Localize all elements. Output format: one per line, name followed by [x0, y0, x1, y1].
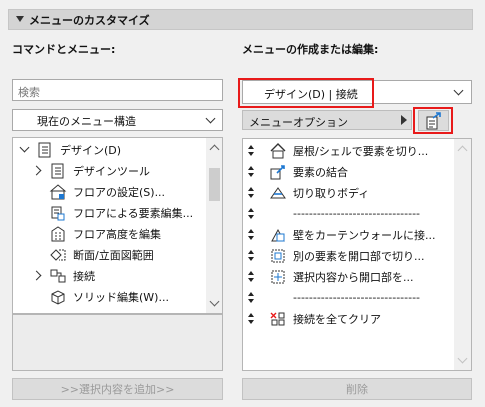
menu-item[interactable]: 屋根/シェルで要素を切り...: [247, 140, 428, 161]
tree-item-floor-height[interactable]: フロア高度を編集: [49, 223, 161, 244]
menu-item-label: 切り取りボディ: [293, 186, 370, 200]
menu-items-scrollbar[interactable]: [454, 139, 471, 370]
move-handle-icon[interactable]: [247, 270, 255, 284]
tree-item-label: ソリッド編集(W)...: [73, 290, 169, 304]
curtain-wall-icon: [269, 226, 287, 244]
menu-select-value: デザイン(D) | 接続: [264, 88, 358, 101]
move-handle-icon[interactable]: [247, 228, 255, 242]
tree-item-label: フロアの設定(S)...: [73, 185, 166, 199]
section-header[interactable]: メニューのカスタマイズ: [8, 9, 473, 30]
chevron-right-icon[interactable]: [31, 270, 42, 281]
chevron-down-icon: [453, 85, 464, 96]
menu-item-label: 屋根/シェルで要素を切り...: [293, 144, 429, 158]
opening-cut-icon: [269, 247, 287, 265]
scroll-up-icon[interactable]: [209, 144, 220, 155]
merge-elements-icon: [269, 163, 287, 181]
menu-item[interactable]: 壁をカーテンウォールに接...: [247, 224, 436, 245]
separator-label: --------------------------------: [293, 207, 421, 220]
roof-trim-icon: [269, 142, 287, 160]
section-title: メニューのカスタマイズ: [29, 14, 150, 27]
menu-item[interactable]: 別の要素を開口部で切り...: [247, 245, 425, 266]
tree-item-edit-by-floor[interactable]: フロアによる要素編集...: [49, 202, 193, 223]
menu-item-label: 接続を全てクリア: [293, 312, 381, 326]
floor-edit-icon: [49, 204, 67, 222]
tree-item-section-range[interactable]: 断面/立面図範囲: [49, 244, 154, 265]
menu-items-list[interactable]: 屋根/シェルで要素を切り... 要素の結合 切り取りボディ ----------…: [242, 138, 472, 371]
menu-separator[interactable]: --------------------------------: [247, 203, 420, 224]
menu-structure-select-value: 現在のメニュー構造: [37, 115, 136, 128]
new-submenu-icon: [426, 112, 442, 133]
move-handle-icon[interactable]: [247, 312, 255, 326]
menu-item-label: 別の要素を開口部で切り...: [293, 249, 425, 263]
move-handle-icon[interactable]: [247, 144, 255, 158]
solid-edit-icon: [49, 288, 67, 306]
menu-item[interactable]: 接続を全てクリア: [247, 308, 381, 329]
tree-item-label: 断面/立面図範囲: [73, 248, 154, 262]
menu-separator[interactable]: --------------------------------: [247, 287, 420, 308]
scrollbar-thumb[interactable]: [209, 168, 220, 201]
add-selection-button[interactable]: >>選択内容を追加>>: [12, 378, 223, 400]
section-range-icon: [49, 246, 67, 264]
menu-item[interactable]: 切り取りボディ: [247, 182, 369, 203]
submenu-arrow-icon: [401, 115, 407, 125]
tree-item-label: デザイン(D): [60, 143, 122, 157]
menu-select-highlight: デザイン(D) | 接続: [238, 78, 374, 108]
tree-item-label: フロア高度を編集: [73, 227, 161, 241]
search-input[interactable]: 検索: [12, 79, 223, 101]
cut-body-icon: [269, 184, 287, 202]
chevron-down-icon[interactable]: [19, 142, 30, 153]
tree-item-label: フロアによる要素編集...: [73, 206, 194, 220]
commands-and-menus-header: コマンドとメニュー:: [12, 43, 116, 56]
tree-item-design[interactable]: デザイン(D): [19, 139, 122, 160]
menu-structure-select[interactable]: 現在のメニュー構造: [12, 109, 223, 131]
chevron-down-icon: [205, 113, 216, 124]
separator-label: --------------------------------: [293, 291, 421, 304]
tree-item-solid-edit[interactable]: ソリッド編集(W)...: [49, 286, 169, 307]
floor-settings-icon: [49, 183, 67, 201]
scroll-up-icon[interactable]: [457, 145, 468, 156]
collapse-triangle-icon[interactable]: [16, 16, 24, 22]
opening-from-selection-icon: [269, 268, 287, 286]
menu-options-label: メニューオプション: [249, 116, 348, 129]
menu-item-label: 壁をカーテンウォールに接...: [293, 228, 436, 242]
delete-button[interactable]: 削除: [242, 378, 472, 400]
clear-connections-icon: [269, 310, 287, 328]
scroll-down-icon[interactable]: [457, 353, 468, 364]
commands-tree[interactable]: デザイン(D) デザインツール フロアの設定(S)... フロアによる要素編集.…: [12, 137, 223, 314]
menu-list-icon: [49, 162, 67, 180]
tree-item-connect[interactable]: 接続: [31, 265, 95, 286]
tree-item-label: 接続: [73, 269, 95, 283]
create-edit-menu-header: メニューの作成または編集:: [242, 43, 379, 56]
tree-item-design-tools[interactable]: デザインツール: [31, 160, 150, 181]
chevron-right-icon[interactable]: [31, 165, 42, 176]
connect-icon: [49, 267, 67, 285]
move-handle-icon[interactable]: [247, 207, 255, 221]
move-handle-icon[interactable]: [247, 291, 255, 305]
search-placeholder: 検索: [18, 86, 40, 99]
tree-scrollbar[interactable]: [206, 138, 222, 313]
move-handle-icon[interactable]: [247, 249, 255, 263]
menu-item[interactable]: 選択内容から開口部を...: [247, 266, 414, 287]
menu-item-label: 要素の結合: [293, 165, 348, 179]
new-submenu-button[interactable]: [418, 110, 449, 131]
tree-item-floor-settings[interactable]: フロアの設定(S)...: [49, 181, 165, 202]
description-panel: [12, 314, 223, 371]
tree-item-label: デザインツール: [73, 164, 150, 178]
menu-options-button[interactable]: メニューオプション: [242, 110, 412, 130]
move-handle-icon[interactable]: [247, 165, 255, 179]
building-height-icon: [49, 225, 67, 243]
menu-list-icon: [36, 141, 54, 159]
move-handle-icon[interactable]: [247, 186, 255, 200]
scroll-down-icon[interactable]: [209, 296, 220, 307]
menu-item-label: 選択内容から開口部を...: [293, 270, 414, 284]
menu-item[interactable]: 要素の結合: [247, 161, 348, 182]
